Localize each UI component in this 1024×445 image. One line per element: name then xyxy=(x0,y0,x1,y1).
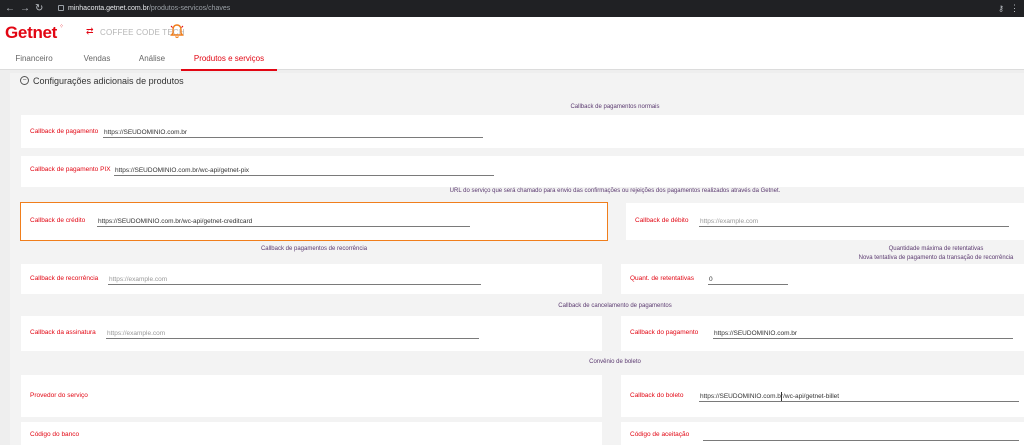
card-bank-code[interactable]: Código do banco xyxy=(21,422,602,445)
lock-icon xyxy=(58,5,64,11)
subtitle-new-attempt: Nova tentativa de pagamento da transação… xyxy=(858,255,1014,261)
boleto-callback-input[interactable] xyxy=(699,391,1019,402)
forward-icon[interactable]: → xyxy=(20,0,30,17)
subscription-callback-label: Callback da assinatura xyxy=(30,329,96,336)
service-provider-label: Provedor do serviço xyxy=(30,392,88,399)
retries-label: Quant. de retentativas xyxy=(630,275,694,282)
subtitle-recurrence: Callback de pagamentos de recorrência xyxy=(260,246,368,252)
url-host: minhaconta.getnet.com.br xyxy=(68,5,149,12)
section-title: Configurações adicionais de produtos xyxy=(33,76,184,86)
card-pix-callback: Callback de pagamento PIX xyxy=(21,156,1024,187)
tab-vendas[interactable]: Vendas xyxy=(82,48,112,70)
payment-callback-label: Callback de pagamento xyxy=(30,128,99,135)
section-header[interactable]: − Configurações adicionais de produtos xyxy=(10,73,1024,90)
credit-callback-input[interactable] xyxy=(97,216,470,227)
subtitle-url-info: URL do serviço que será chamado para env… xyxy=(449,188,781,194)
card-retries: Quant. de retentativas xyxy=(621,264,1024,294)
subtitle-normal-callbacks: Callback de pagamentos normais xyxy=(570,104,660,110)
recurrence-callback-label: Callback de recorrência xyxy=(30,275,99,282)
acceptance-code-input[interactable] xyxy=(703,430,1019,441)
text-cursor xyxy=(781,392,782,401)
settings-panel: Callback de pagamentos normais Callback … xyxy=(10,90,1024,445)
card-recurrence-callback: Callback de recorrência xyxy=(21,264,602,294)
swap-icon[interactable]: ⇄ xyxy=(86,26,94,37)
boleto-callback-label: Callback do boleto xyxy=(630,392,684,399)
app-header: Getnet ⁘ ⇄ COFFEE CODE TECH xyxy=(0,17,1024,48)
address-bar[interactable]: minhaconta.getnet.com.br/produtos-servic… xyxy=(68,0,230,17)
card-subscription-callback: Callback da assinatura xyxy=(21,316,602,351)
retries-input[interactable] xyxy=(708,274,788,285)
payment-callback-input[interactable] xyxy=(103,127,483,138)
card-service-provider[interactable]: Provedor do serviço xyxy=(21,375,602,417)
subtitle-max-retries: Quantidade máxima de retentativas xyxy=(888,246,984,252)
tab-financeiro[interactable]: Financeiro xyxy=(14,48,54,70)
tab-analise[interactable]: Análise xyxy=(136,48,168,70)
url-path: /produtos-servicos/chaves xyxy=(148,5,231,12)
acceptance-code-label: Código de aceitação xyxy=(630,431,690,438)
pix-callback-input[interactable] xyxy=(114,165,494,176)
subtitle-boleto: Convênio de boleto xyxy=(589,359,641,365)
key-icon[interactable]: ⚷ xyxy=(998,0,1004,17)
logo-dots-icon: ⁘ xyxy=(59,24,65,30)
debit-callback-label: Callback de débito xyxy=(635,217,689,224)
card-payment-callback: Callback de pagamento xyxy=(21,115,1024,148)
menu-icon[interactable]: ⋮ xyxy=(1010,0,1019,17)
card-debit-callback: Callback de débito xyxy=(626,203,1024,240)
card-acceptance-code: Código de aceitação xyxy=(621,422,1024,445)
subtitle-cancel: Callback de cancelamento de pagamentos xyxy=(558,303,672,309)
reload-icon[interactable]: ↻ xyxy=(35,0,43,17)
back-icon[interactable]: ← xyxy=(5,0,15,17)
main-tabs: Financeiro Vendas Análise Produtos e ser… xyxy=(0,48,1024,71)
pix-callback-label: Callback de pagamento PIX xyxy=(30,166,111,173)
collapse-icon[interactable]: − xyxy=(20,76,29,85)
credit-callback-label: Callback de crédito xyxy=(30,217,86,224)
debit-callback-input[interactable] xyxy=(699,216,1009,227)
card-cancel-payment-callback: Callback do pagamento xyxy=(621,316,1024,351)
card-credit-callback: Callback de crédito xyxy=(20,202,608,241)
recurrence-callback-input[interactable] xyxy=(108,274,481,285)
cancel-payment-callback-label: Callback do pagamento xyxy=(630,329,699,336)
browser-toolbar: ← → ↻ minhaconta.getnet.com.br/produtos-… xyxy=(0,0,1024,17)
subscription-callback-input[interactable] xyxy=(106,328,479,339)
bell-icon[interactable] xyxy=(170,23,184,39)
getnet-logo[interactable]: Getnet xyxy=(5,23,57,43)
bank-code-label: Código do banco xyxy=(30,431,80,438)
card-boleto-callback: Callback do boleto xyxy=(621,375,1024,417)
cancel-payment-callback-input[interactable] xyxy=(713,328,1013,339)
tab-produtos-e-servicos[interactable]: Produtos e serviços xyxy=(181,48,277,71)
